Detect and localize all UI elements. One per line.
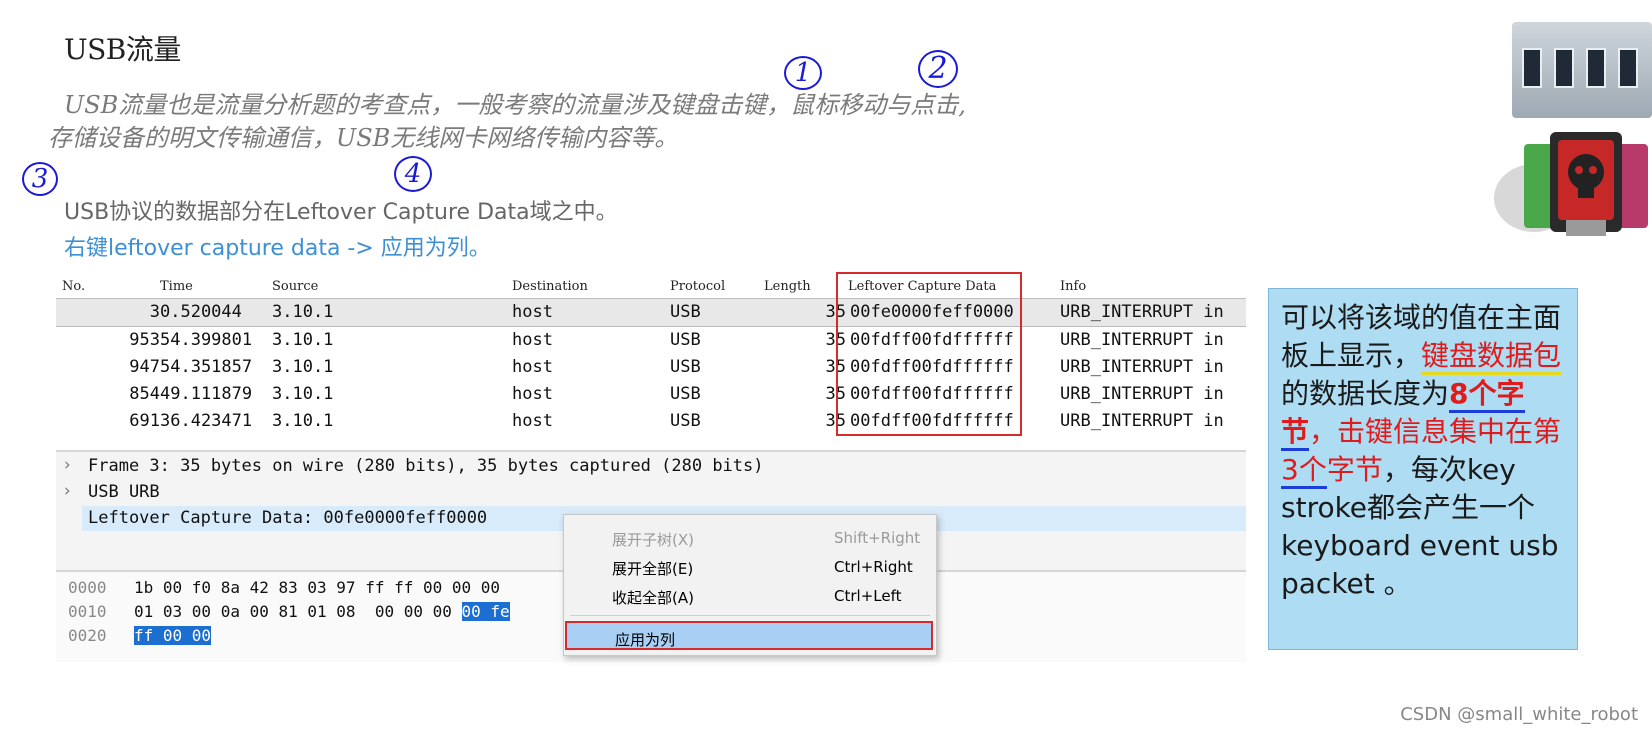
- bytes-selected: ff 00 00: [134, 626, 212, 645]
- packet-row[interactable]: 854 49.111879 3.10.1 host USB 35 00fdff0…: [56, 381, 1246, 408]
- note-box: 可以将该域的值在主面板上显示，键盘数据包的数据长度为8个字节，击键信息集中在第3…: [1268, 288, 1578, 650]
- cell-no: 691: [129, 411, 160, 431]
- packet-list-header: No. Time Source Destination Protocol Len…: [56, 276, 1246, 298]
- cell-no: 854: [129, 384, 160, 404]
- note-highlight-third: 3个: [1281, 453, 1327, 489]
- menu-item-expand-all[interactable]: 展开全部(E) Ctrl+Right: [564, 552, 936, 581]
- cell-protocol: USB: [670, 302, 701, 322]
- cell-info: URB_INTERRUPT in: [1060, 357, 1224, 377]
- packet-row[interactable]: 691 36.423471 3.10.1 host USB 35 00fdff0…: [56, 408, 1246, 435]
- cell-protocol: USB: [670, 384, 701, 404]
- cell-destination: host: [512, 384, 553, 404]
- cell-info: URB_INTERRUPT in: [1060, 330, 1224, 350]
- context-menu: 展开子树(X) Shift+Right 展开全部(E) Ctrl+Right 收…: [563, 514, 937, 656]
- intro-line-2: 存储设备的明文传输通信，USB无线网卡网络传输内容等。: [48, 124, 679, 152]
- cell-destination: host: [512, 357, 553, 377]
- menu-item-label: 应用为列: [615, 631, 676, 649]
- chevron-right-icon[interactable]: ›: [62, 481, 72, 501]
- column-source[interactable]: Source: [272, 279, 318, 294]
- watermark: CSDN @small_white_robot: [1400, 704, 1638, 725]
- cell-info: URB_INTERRUPT in: [1060, 302, 1224, 322]
- cell-destination: host: [512, 330, 553, 350]
- note-highlight-keyboard-packet: 键盘数据包: [1421, 339, 1562, 375]
- usb-skull-drive-image: [1494, 132, 1648, 236]
- cell-protocol: USB: [670, 411, 701, 431]
- cell-no: 953: [129, 330, 160, 350]
- detail-usb-urb[interactable]: › USB URB: [56, 480, 1246, 505]
- mark-3: 3: [22, 162, 58, 196]
- description-leftover: USB协议的数据部分在Leftover Capture Data域之中。: [64, 200, 618, 225]
- cell-no: 947: [129, 357, 160, 377]
- menu-item-shortcut: Shift+Right: [834, 529, 921, 547]
- note-highlight-byte: 字节: [1326, 453, 1383, 486]
- column-destination[interactable]: Destination: [512, 279, 588, 294]
- cell-time: 49.111879: [160, 384, 253, 404]
- packet-row[interactable]: 953 54.399801 3.10.1 host USB 35 00fdff0…: [56, 327, 1246, 354]
- note-text: 的数据长度为: [1281, 377, 1450, 410]
- bytes-offset: 0020: [68, 626, 107, 645]
- cell-destination: host: [512, 411, 553, 431]
- menu-item-apply-as-column[interactable]: 应用为列: [565, 621, 933, 650]
- cell-time: 36.423471: [160, 411, 253, 431]
- mark-2: 2: [918, 50, 958, 88]
- bytes-offset: 0000: [68, 578, 107, 597]
- usb-ports-image: [1512, 22, 1652, 118]
- menu-item-collapse-all[interactable]: 收起全部(A) Ctrl+Left: [564, 581, 936, 610]
- cell-protocol: USB: [670, 330, 701, 350]
- bytes-hex: ff 00 00: [134, 626, 212, 645]
- cell-source: 3.10.1: [272, 302, 334, 322]
- cell-source: 3.10.1: [272, 384, 334, 404]
- menu-item-label: 展开子树(X): [612, 531, 694, 549]
- column-protocol[interactable]: Protocol: [670, 279, 725, 294]
- cell-time: 54.399801: [160, 330, 253, 350]
- cell-source: 3.10.1: [272, 330, 334, 350]
- column-info[interactable]: Info: [1060, 279, 1086, 294]
- bytes-selected: 00 fe: [461, 602, 510, 621]
- cell-source: 3.10.1: [272, 357, 334, 377]
- mark-4: 4: [394, 156, 432, 192]
- note-highlight-keystroke-info: ，击键信息集中在第: [1309, 415, 1562, 448]
- packet-row-selected[interactable]: 3 0.520044 3.10.1 host USB 35 00fe0000fe…: [56, 298, 1246, 327]
- chevron-right-icon[interactable]: ›: [62, 455, 72, 475]
- detail-frame-text: Frame 3: 35 bytes on wire (280 bits), 35…: [88, 456, 764, 476]
- slide-title: USB流量: [64, 33, 181, 66]
- packet-row[interactable]: 947 54.351857 3.10.1 host USB 35 00fdff0…: [56, 354, 1246, 381]
- packet-list: No. Time Source Destination Protocol Len…: [56, 276, 1246, 435]
- cell-protocol: USB: [670, 357, 701, 377]
- menu-item-label: 展开全部(E): [612, 560, 694, 578]
- cell-info: URB_INTERRUPT in: [1060, 411, 1224, 431]
- bytes-offset: 0010: [68, 602, 107, 621]
- column-no[interactable]: No.: [62, 279, 85, 294]
- detail-frame[interactable]: › Frame 3: 35 bytes on wire (280 bits), …: [56, 454, 1246, 479]
- description-apply-column: 右键leftover capture data -> 应用为列。: [64, 236, 491, 261]
- column-length[interactable]: Length: [764, 279, 811, 294]
- cell-no: 3: [149, 302, 160, 322]
- bytes-hex: 01 03 00 0a 00 81 01 08 00 00 00 00 fe: [134, 602, 510, 621]
- cell-info: URB_INTERRUPT in: [1060, 384, 1224, 404]
- column-time[interactable]: Time: [160, 279, 193, 294]
- bytes-hex: 1b 00 f0 8a 42 83 03 97 ff ff 00 00 00: [134, 578, 501, 597]
- menu-item-expand-subtrees[interactable]: 展开子树(X) Shift+Right: [564, 523, 936, 552]
- menu-item-shortcut: Ctrl+Right: [834, 558, 913, 576]
- leftover-column-highlight: [836, 272, 1022, 436]
- cell-time: 54.351857: [160, 357, 253, 377]
- cell-source: 3.10.1: [272, 411, 334, 431]
- mark-1: 1: [784, 56, 822, 90]
- cell-destination: host: [512, 302, 553, 322]
- menu-item-shortcut: Ctrl+Left: [834, 587, 902, 605]
- intro-line-1: USB流量也是流量分析题的考查点，一般考察的流量涉及键盘击键，鼠标移动与点击,: [64, 91, 966, 119]
- menu-divider: [570, 615, 930, 616]
- menu-item-label: 收起全部(A): [612, 589, 694, 607]
- cell-time: 0.520044: [160, 302, 242, 322]
- detail-usb-urb-text: USB URB: [88, 482, 160, 502]
- detail-leftover-text: Leftover Capture Data: 00fe0000feff0000: [88, 508, 488, 528]
